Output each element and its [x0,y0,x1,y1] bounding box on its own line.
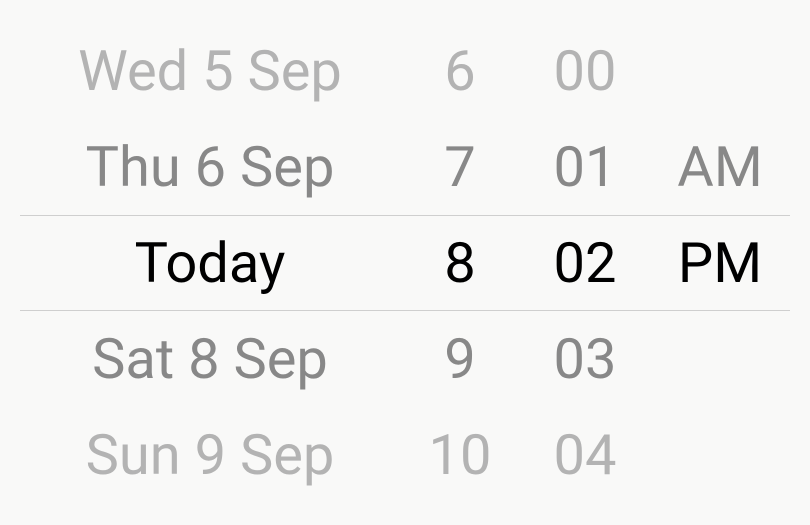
date-column-value[interactable]: Sat 8 Sep [20,326,400,392]
picker-row[interactable]: Thu 6 Sep 7 01 AM [20,119,790,215]
minute-column-value[interactable]: 04 [520,422,650,488]
picker-row[interactable]: Sat 8 Sep 9 03 [20,311,790,407]
ampm-column-value[interactable]: PM [650,230,790,296]
picker-row[interactable]: Wed 5 Sep 6 00 [20,23,790,119]
datetime-picker[interactable]: Wed 5 Sep 6 00 Thu 6 Sep 7 01 AM Today 8… [0,0,810,525]
minute-column-value[interactable]: 01 [520,134,650,200]
minute-column-value[interactable]: 03 [520,326,650,392]
hour-column-value[interactable]: 8 [400,230,520,296]
picker-row-selected[interactable]: Today 8 02 PM [20,215,790,311]
minute-column-value[interactable]: 02 [520,230,650,296]
picker-row[interactable]: Sun 9 Sep 10 04 [20,407,790,503]
minute-column-value[interactable]: 00 [520,38,650,104]
hour-column-value[interactable]: 6 [400,38,520,104]
date-column-value[interactable]: Sun 9 Sep [20,422,400,488]
hour-column-value[interactable]: 10 [400,422,520,488]
date-column-value[interactable]: Today [20,230,400,296]
hour-column-value[interactable]: 9 [400,326,520,392]
hour-column-value[interactable]: 7 [400,134,520,200]
date-column-value[interactable]: Wed 5 Sep [20,38,400,104]
ampm-column-value[interactable]: AM [650,134,790,200]
date-column-value[interactable]: Thu 6 Sep [20,134,400,200]
